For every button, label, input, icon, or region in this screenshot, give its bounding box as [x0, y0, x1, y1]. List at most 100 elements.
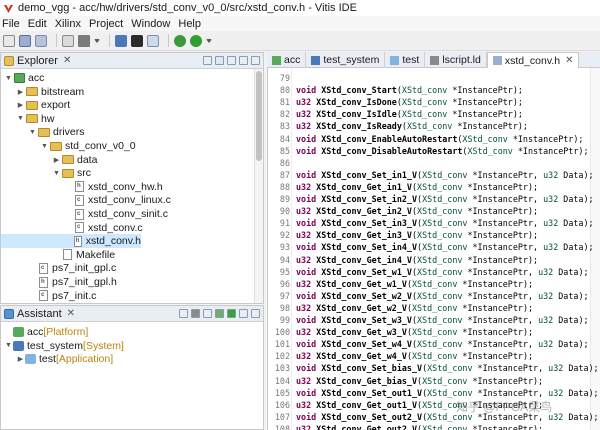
assistant-tree-item[interactable]: acc [Platform] [1, 325, 88, 339]
code-line[interactable]: void XStd_conv_Set_out2_V(XStd_conv *Ins… [296, 411, 599, 423]
code-line[interactable]: void XStd_conv_DisableAutoRestart(XStd_c… [296, 145, 589, 157]
build-icon[interactable] [191, 309, 200, 318]
menu-project[interactable]: Project [89, 18, 123, 30]
code-line[interactable]: u32 XStd_conv_IsIdle(XStd_conv *Instance… [296, 108, 523, 120]
new-icon[interactable] [3, 34, 15, 47]
editor-tab[interactable]: test_system [306, 52, 386, 68]
code-line[interactable]: u32 XStd_conv_Get_w4_V(XStd_conv *Instan… [296, 350, 533, 362]
code-line[interactable]: void XStd_conv_Set_in4_V(XStd_conv *Inst… [296, 241, 594, 253]
collapsed-arrow-icon[interactable]: ▶ [16, 355, 25, 363]
close-icon[interactable]: ✕ [63, 55, 71, 66]
code-line[interactable]: void XStd_conv_Set_in2_V(XStd_conv *Inst… [296, 193, 594, 205]
code-line[interactable]: void XStd_conv_Set_in3_V(XStd_conv *Inst… [296, 217, 594, 229]
explorer-tree-item[interactable]: ▼ std_conv_v0_0 [1, 139, 136, 153]
link-editor-icon[interactable] [215, 56, 224, 65]
code-line[interactable]: u32 XStd_conv_Get_w3_V(XStd_conv *Instan… [296, 326, 533, 338]
program-device-icon[interactable] [115, 34, 127, 47]
assistant-tree-item[interactable]: ▶ test [Application] [1, 352, 113, 366]
run-icon[interactable] [227, 309, 236, 318]
expanded-arrow-icon[interactable]: ▼ [52, 170, 61, 177]
run-icon[interactable] [190, 34, 202, 47]
maximize-icon[interactable] [251, 309, 260, 318]
code-line[interactable]: void XStd_conv_Start(XStd_conv *Instance… [296, 84, 523, 96]
build-hammer-icon[interactable] [78, 34, 90, 47]
explorer-tree-item[interactable]: c xstd_conv_sinit.c [1, 207, 168, 221]
code-line[interactable]: u32 XStd_conv_Get_in4_V(XStd_conv *Insta… [296, 254, 538, 266]
minimize-icon[interactable] [239, 309, 248, 318]
save-all-icon[interactable] [35, 34, 47, 47]
vivado-icon[interactable] [147, 34, 159, 47]
menu-edit[interactable]: Edit [28, 18, 47, 30]
view-menu-icon[interactable] [227, 56, 236, 65]
code-line[interactable]: void XStd_conv_Set_w4_V(XStd_conv *Insta… [296, 338, 589, 350]
code-line[interactable]: void XStd_conv_Set_bias_V(XStd_conv *Ins… [296, 362, 599, 374]
menu-window[interactable]: Window [131, 18, 170, 30]
explorer-tree-item[interactable]: ▶ data [1, 153, 98, 167]
editor-tab[interactable]: lscript.ld [425, 52, 487, 68]
maximize-icon[interactable] [251, 56, 260, 65]
editor-tab[interactable]: test [385, 52, 426, 68]
code-line[interactable]: u32 XStd_conv_IsReady(XStd_conv *Instanc… [296, 120, 528, 132]
expanded-arrow-icon[interactable]: ▼ [16, 115, 25, 122]
debug-icon[interactable] [215, 309, 224, 318]
collapsed-arrow-icon[interactable]: ▶ [16, 88, 25, 96]
code-line[interactable]: void XStd_conv_EnableAutoRestart(XStd_co… [296, 133, 583, 145]
explorer-tree-item[interactable]: ▼ acc [1, 71, 44, 85]
collapse-all-icon[interactable] [179, 309, 188, 318]
explorer-tree-item[interactable]: c xstd_conv.c [1, 221, 143, 235]
explorer-tree-item[interactable]: ▶ bitstream [1, 85, 84, 99]
code-line[interactable]: u32 XStd_conv_Get_w2_V(XStd_conv *Instan… [296, 302, 533, 314]
save-icon[interactable] [19, 34, 31, 47]
explorer-tree-item[interactable]: h ps7_init_gpl.h [1, 275, 117, 289]
code-line[interactable]: u32 XStd_conv_Get_bias_V(XStd_conv *Inst… [296, 375, 543, 387]
code-line[interactable]: u32 XStd_conv_Get_w1_V(XStd_conv *Instan… [296, 278, 533, 290]
assistant-tree-item[interactable]: ▼ test_system [System] [1, 339, 124, 353]
explorer-tree-item[interactable]: ▼ src [1, 166, 91, 180]
menu-help[interactable]: Help [178, 18, 201, 30]
collapsed-arrow-icon[interactable]: ▶ [16, 101, 25, 109]
code-line[interactable]: void XStd_conv_Set_in1_V(XStd_conv *Inst… [296, 169, 594, 181]
code-line[interactable]: void XStd_conv_Set_w3_V(XStd_conv *Insta… [296, 314, 589, 326]
code-line[interactable]: u32 XStd_conv_Get_in3_V(XStd_conv *Insta… [296, 229, 538, 241]
close-icon[interactable]: ✕ [565, 55, 573, 66]
code-line[interactable]: void XStd_conv_Set_out1_V(XStd_conv *Ins… [296, 387, 599, 399]
explorer-tree-item[interactable]: hps7_init.h [1, 302, 97, 303]
explorer-tree-item[interactable]: Makefile [1, 248, 115, 262]
expanded-arrow-icon[interactable]: ▼ [40, 143, 49, 150]
expanded-arrow-icon[interactable]: ▼ [4, 75, 13, 82]
explorer-tree-item[interactable]: ▼ hw [1, 112, 54, 126]
explorer-tree-item[interactable]: c ps7_init.c [1, 289, 96, 303]
dropdown-arrow-icon[interactable] [206, 38, 212, 43]
code-line[interactable]: u32 XStd_conv_Get_in2_V(XStd_conv *Insta… [296, 205, 538, 217]
code-line[interactable]: u32 XStd_conv_Get_in1_V(XStd_conv *Insta… [296, 181, 538, 193]
expanded-arrow-icon[interactable]: ▼ [4, 342, 13, 349]
close-icon[interactable]: ✕ [67, 308, 75, 319]
explorer-tree-item[interactable]: ▼ drivers [1, 125, 84, 139]
xsct-console-icon[interactable] [131, 34, 143, 47]
minimize-icon[interactable] [239, 56, 248, 65]
explorer-tree-item[interactable]: c xstd_conv_linux.c [1, 193, 171, 207]
explorer-tree-item[interactable]: h xstd_conv_hw.h [1, 180, 163, 194]
dropdown-arrow-icon[interactable] [94, 38, 100, 43]
scrollbar-thumb[interactable] [256, 71, 262, 161]
expanded-arrow-icon[interactable]: ▼ [28, 129, 37, 136]
code-line[interactable]: void XStd_conv_Set_w2_V(XStd_conv *Insta… [296, 290, 589, 302]
build-configurations-icon[interactable] [62, 34, 74, 47]
settings-icon[interactable] [203, 309, 212, 318]
code-editor[interactable]: 知乎 @FPGA菜鸟 79 80 void XStd_conv_Start(XStd… [267, 68, 600, 430]
code-line[interactable]: u32 XStd_conv_IsDone(XStd_conv *Instance… [296, 96, 523, 108]
menu-file[interactable]: File [2, 18, 20, 30]
explorer-tree-item[interactable]: c ps7_init_gpl.c [1, 261, 116, 275]
debug-icon[interactable] [174, 34, 186, 47]
code-line[interactable]: void XStd_conv_Set_w1_V(XStd_conv *Insta… [296, 266, 589, 278]
collapsed-arrow-icon[interactable]: ▶ [52, 156, 61, 164]
code-line[interactable]: u32 XStd_conv_Get_out1_V(XStd_conv *Inst… [296, 399, 543, 411]
editor-tab[interactable]: xstd_conv.h ✕ [486, 52, 580, 68]
explorer-tree-item[interactable]: ▶ export [1, 98, 70, 112]
menu-xilinx[interactable]: Xilinx [55, 18, 81, 30]
code-line[interactable]: u32 XStd_conv_Get_out2_V(XStd_conv *Inst… [296, 423, 543, 430]
collapse-all-icon[interactable] [203, 56, 212, 65]
editor-tab[interactable]: acc [267, 52, 307, 68]
explorer-scrollbar[interactable] [254, 69, 263, 303]
explorer-tree-item[interactable]: h xstd_conv.h [1, 234, 141, 249]
